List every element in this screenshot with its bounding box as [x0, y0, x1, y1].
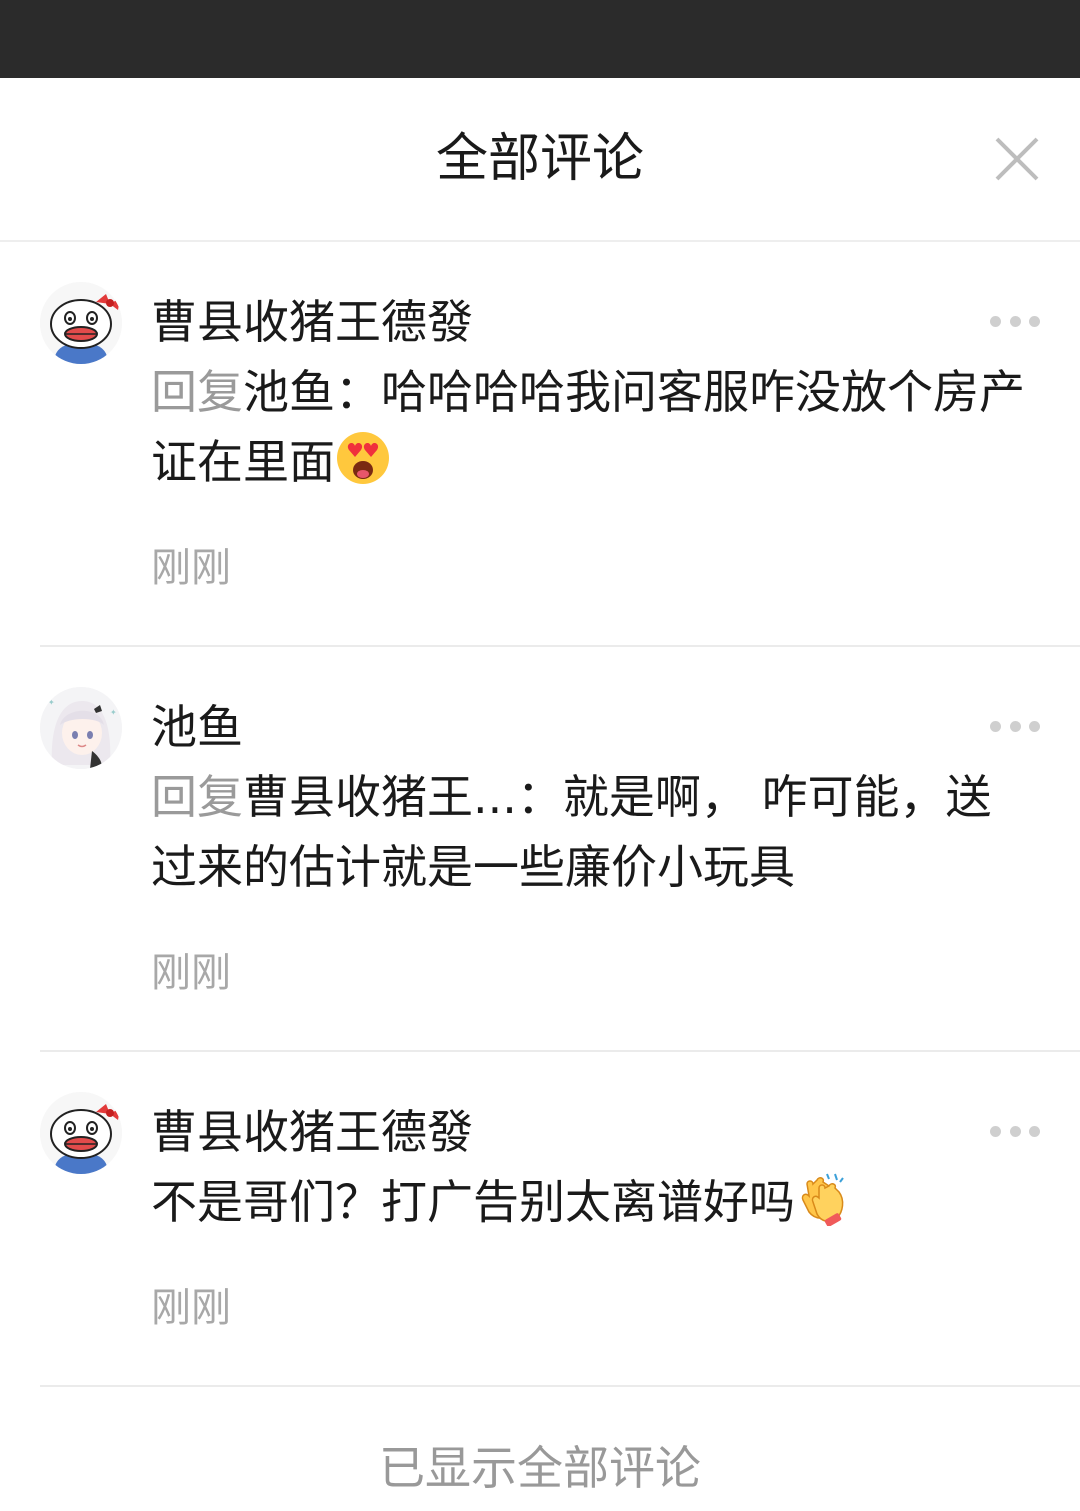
avatar[interactable]: [40, 282, 122, 364]
comment-text: 不是哥们？打广告别太离谱好吗: [151, 1167, 1031, 1237]
reply-label: 回复: [151, 365, 243, 419]
comment-item: 曹县收猪王德發 回复池鱼：哈哈哈哈我问客服咋没放个房产证在里面 刚刚: [40, 242, 1080, 647]
reply-target[interactable]: 曹县收猪王...: [243, 770, 517, 824]
more-dots-icon: [990, 1126, 1001, 1137]
comment-text: 回复池鱼：哈哈哈哈我问客服咋没放个房产证在里面: [151, 357, 1031, 497]
more-options-button[interactable]: [990, 1126, 1040, 1140]
comment-text: 回复曹县收猪王...：就是啊， 咋可能，送过来的估计就是一些廉价小玩具: [151, 762, 1031, 902]
reply-separator: ：: [516, 770, 563, 824]
comment-item: ✦ ✦ 池鱼 回复曹县收猪王...：就是啊， 咋可能，送过来的估计就是一些廉价小…: [40, 647, 1080, 1052]
svg-text:✦: ✦: [110, 708, 117, 717]
comment-content: 不是哥们？打广告别太离谱好吗: [151, 1175, 795, 1229]
reply-label: 回复: [151, 770, 243, 824]
comment-author[interactable]: 曹县收猪王德發: [151, 1100, 473, 1164]
clapping-hands-emoji-icon: [801, 1173, 844, 1226]
close-icon: [995, 137, 1039, 181]
hello-kitty-avatar-icon: [40, 282, 122, 364]
comment-time: 刚刚: [151, 950, 231, 996]
divider: [40, 1385, 1080, 1387]
avatar[interactable]: [40, 1092, 122, 1174]
status-bar: [0, 0, 1080, 78]
comment-item: 曹县收猪王德發 不是哥们？打广告别太离谱好吗 刚刚: [40, 1052, 1080, 1387]
close-button[interactable]: [994, 136, 1040, 182]
heart-eyes-emoji-icon: [337, 432, 389, 484]
reply-target[interactable]: 池鱼: [243, 365, 335, 419]
comment-time: 刚刚: [151, 1285, 231, 1331]
comment-time: 刚刚: [151, 545, 231, 591]
page-title: 全部评论: [435, 129, 644, 189]
all-comments-shown-label: 已显示全部评论: [379, 1441, 701, 1495]
svg-text:✦: ✦: [48, 698, 55, 707]
comment-author[interactable]: 池鱼: [151, 695, 243, 759]
hello-kitty-avatar-icon: [40, 1092, 122, 1174]
comment-author[interactable]: 曹县收猪王德發: [151, 290, 473, 354]
comment-list: 曹县收猪王德發 回复池鱼：哈哈哈哈我问客服咋没放个房产证在里面 刚刚 ✦ ✦ 池…: [0, 242, 1080, 1387]
reply-separator: ：: [335, 365, 381, 419]
anime-girl-avatar-icon: ✦ ✦: [40, 687, 122, 769]
more-dots-icon: [990, 316, 1001, 327]
more-options-button[interactable]: [990, 316, 1040, 330]
more-dots-icon: [990, 721, 1001, 732]
comments-header: 全部评论: [0, 78, 1080, 242]
more-options-button[interactable]: [990, 721, 1040, 735]
avatar[interactable]: ✦ ✦: [40, 687, 122, 769]
